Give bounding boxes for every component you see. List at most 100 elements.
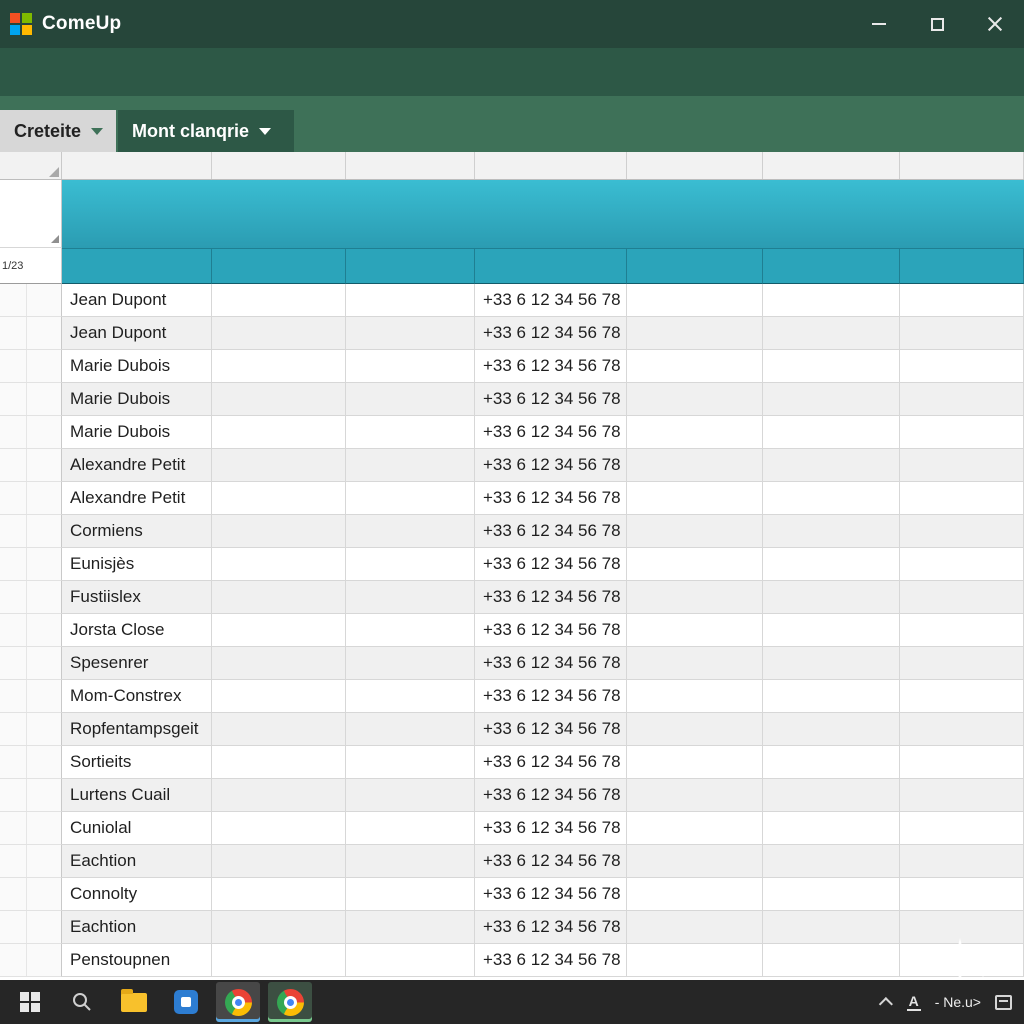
cell-name[interactable]: Jorsta Close [62,614,212,647]
cell-email[interactable] [627,713,763,746]
cell-source[interactable] [900,680,1024,713]
cell-email[interactable] [627,614,763,647]
create-dropdown-button[interactable]: Creteite [0,110,116,152]
cell-societe[interactable] [212,614,346,647]
row-header[interactable] [0,812,62,845]
cell-societe-2[interactable] [346,812,475,845]
cell-societe-2[interactable] [346,548,475,581]
cell-phone[interactable]: +33 6 12 34 56 78 [475,383,627,416]
cell-source[interactable] [900,317,1024,350]
merged-banner-cell[interactable] [62,180,1024,248]
cell-societe[interactable] [212,515,346,548]
cell-societe-2[interactable] [346,515,475,548]
cell-ville[interactable] [763,680,900,713]
row-header[interactable] [0,350,62,383]
browser-button-1[interactable] [216,982,260,1022]
cell-name[interactable]: Eachtion [62,845,212,878]
cell-ville[interactable] [763,449,900,482]
cell-societe[interactable] [212,416,346,449]
cell-name[interactable]: Mom-Constrex [62,680,212,713]
cell-societe-2[interactable] [346,449,475,482]
column-letter[interactable] [212,152,346,179]
column-letter[interactable] [346,152,475,179]
cell-phone[interactable]: +33 6 12 34 56 78 [475,614,627,647]
cell-ville[interactable] [763,383,900,416]
cell-name[interactable]: Penstoupnen [62,944,212,977]
column-header-cell[interactable] [212,248,346,284]
cell-societe[interactable] [212,746,346,779]
cell-societe-2[interactable] [346,746,475,779]
row-header[interactable] [0,284,62,317]
row-header[interactable] [0,581,62,614]
row-header[interactable] [0,515,62,548]
cell-email[interactable] [627,581,763,614]
cell-email[interactable] [627,284,763,317]
cell-societe-2[interactable] [346,416,475,449]
cell-name[interactable]: Fustiislex [62,581,212,614]
cell-societe-2[interactable] [346,845,475,878]
cell-phone[interactable]: +33 6 12 34 56 78 [475,350,627,383]
cell-source[interactable] [900,284,1024,317]
cell-phone[interactable]: +33 6 12 34 56 78 [475,581,627,614]
column-header-cell[interactable] [763,248,900,284]
cell-email[interactable] [627,647,763,680]
cell-name[interactable]: Alexandre Petit [62,482,212,515]
cell-societe-2[interactable] [346,581,475,614]
cell-source[interactable] [900,548,1024,581]
notification-center-icon[interactable] [995,995,1012,1010]
cell-name[interactable]: Marie Dubois [62,383,212,416]
cell-societe-2[interactable] [346,680,475,713]
cell-phone[interactable]: +33 6 12 34 56 78 [475,548,627,581]
cell-ville[interactable] [763,548,900,581]
cell-societe[interactable] [212,779,346,812]
cell-source[interactable] [900,416,1024,449]
cell-name[interactable]: Eachtion [62,911,212,944]
cell-ville[interactable] [763,317,900,350]
cell-name[interactable]: Spesenrer [62,647,212,680]
secondary-dropdown-button[interactable]: Mont clanqrie [118,110,294,152]
cell-source[interactable] [900,482,1024,515]
cell-phone[interactable]: +33 6 12 34 56 78 [475,845,627,878]
column-header-cell[interactable] [627,248,763,284]
row-header[interactable] [0,746,62,779]
cell-email[interactable] [627,449,763,482]
cell-societe-2[interactable] [346,713,475,746]
cell-societe-2[interactable] [346,482,475,515]
cell-societe[interactable] [212,317,346,350]
cell-phone[interactable]: +33 6 12 34 56 78 [475,317,627,350]
cell-source[interactable] [900,779,1024,812]
column-letter[interactable] [62,152,212,179]
cell-name[interactable]: Cuniolal [62,812,212,845]
cell-name[interactable]: Jean Dupont [62,284,212,317]
cell-phone[interactable]: +33 6 12 34 56 78 [475,416,627,449]
cell-phone[interactable]: +33 6 12 34 56 78 [475,482,627,515]
row-header[interactable] [0,647,62,680]
cell-phone[interactable]: +33 6 12 34 56 78 [475,713,627,746]
cell-source[interactable] [900,911,1024,944]
column-header-cell[interactable] [346,248,475,284]
column-header-cell[interactable] [900,248,1024,284]
cell-name[interactable]: Alexandre Petit [62,449,212,482]
cell-email[interactable] [627,482,763,515]
row-header[interactable] [0,383,62,416]
cell-email[interactable] [627,779,763,812]
cell-phone[interactable]: +33 6 12 34 56 78 [475,878,627,911]
row-header[interactable] [0,845,62,878]
row-header[interactable] [0,944,62,977]
cell-societe[interactable] [212,284,346,317]
cell-name[interactable]: Eunisjès [62,548,212,581]
cell-ville[interactable] [763,482,900,515]
cell-societe[interactable] [212,581,346,614]
cell-societe-2[interactable] [346,383,475,416]
cell-ville[interactable] [763,350,900,383]
cell-phone[interactable]: +33 6 12 34 56 78 [475,449,627,482]
cell-name[interactable]: Marie Dubois [62,416,212,449]
cell-ville[interactable] [763,581,900,614]
file-explorer-button[interactable] [112,982,156,1022]
cell-name[interactable]: Lurtens Cuail [62,779,212,812]
cell-source[interactable] [900,350,1024,383]
cell-ville[interactable] [763,878,900,911]
row-header[interactable] [0,180,62,248]
cell-source[interactable] [900,812,1024,845]
app-button-blue[interactable] [164,982,208,1022]
